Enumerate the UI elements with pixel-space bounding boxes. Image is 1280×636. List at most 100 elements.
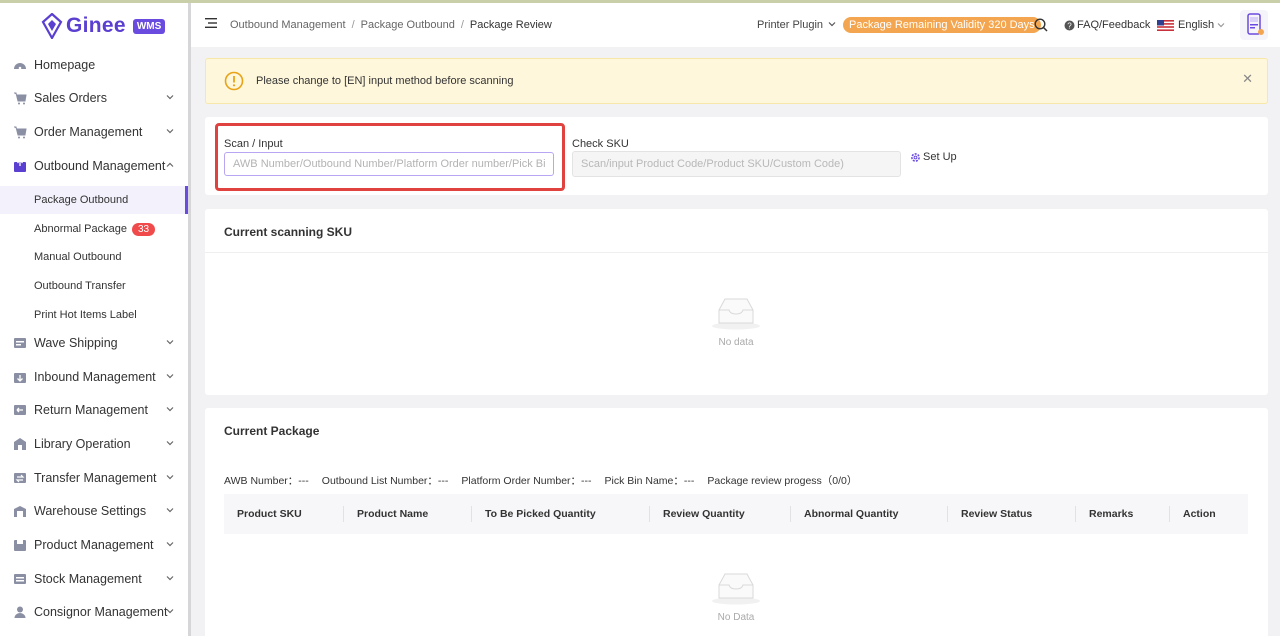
setup-button[interactable]: Set Up <box>910 151 957 163</box>
chevron-down-icon <box>166 508 174 513</box>
chevron-down-icon <box>1217 23 1225 28</box>
warehouse-icon <box>14 506 26 517</box>
sidebar-subitem-outbound-transfer[interactable]: Outbound Transfer <box>0 272 188 300</box>
column-header-review-status: Review Status <box>948 494 1076 534</box>
sidebar-item-library-operation[interactable]: Library Operation <box>0 429 188 459</box>
sidebar-subitem-abnormal-package[interactable]: Abnormal Package 33 <box>0 215 188 243</box>
empty-inbox-icon <box>712 298 760 330</box>
column-header-product-sku: Product SKU <box>224 494 344 534</box>
column-header-product-name: Product Name <box>344 494 472 534</box>
column-header-action: Action <box>1183 508 1216 520</box>
sidebar: Ginee WMS Homepage Sales Orders Order Ma… <box>0 3 188 636</box>
sidebar-item-stock-management[interactable]: Stock Management <box>0 564 188 594</box>
chevron-down-icon <box>166 95 174 100</box>
sidebar-item-homepage[interactable]: Homepage <box>0 50 188 80</box>
gear-icon <box>911 152 920 162</box>
column-header-review-quantity: Review Quantity <box>650 494 791 534</box>
column-header-remarks: Remarks <box>1076 494 1170 534</box>
sidebar-item-sales-orders[interactable]: Sales Orders <box>0 83 188 113</box>
brand-name: Ginee <box>66 14 126 37</box>
brand-logo[interactable]: Ginee WMS <box>41 12 166 40</box>
empty-inbox-icon <box>712 573 760 605</box>
inbound-icon <box>14 373 26 383</box>
chevron-up-icon <box>166 162 174 167</box>
input-method-alert: Please change to [EN] input method befor… <box>205 58 1268 104</box>
breadcrumb-outbound-management[interactable]: Outbound Management <box>230 19 346 31</box>
breadcrumb-package-review: Package Review <box>469 19 552 31</box>
sidebar-item-outbound-management[interactable]: Outbound Management <box>0 151 188 181</box>
sidebar-scrollbar[interactable] <box>188 3 191 636</box>
sidebar-subitem-print-hot-items-label[interactable]: Print Hot Items Label <box>0 301 188 329</box>
setup-label: Set Up <box>923 151 957 163</box>
current-scanning-sku-title: Current scanning SKU <box>224 225 353 239</box>
sidebar-item-transfer-management[interactable]: Transfer Management <box>0 463 188 493</box>
chevron-down-icon <box>166 609 174 614</box>
sidebar-item-label: Homepage <box>34 58 96 72</box>
pick-bin-name-info: Pick Bin Name：--- <box>604 475 695 487</box>
sidebar-item-consignor-management[interactable]: Consignor Management <box>0 597 188 627</box>
chevron-down-icon <box>166 475 174 480</box>
package-table-empty-state: No Data <box>696 571 776 623</box>
alert-message: Please change to [EN] input method befor… <box>256 75 514 87</box>
sidebar-item-return-management[interactable]: Return Management <box>0 395 188 425</box>
cart-icon <box>14 126 27 139</box>
sidebar-subitem-label: Package Outbound <box>34 194 129 206</box>
close-icon[interactable]: ✕ <box>1242 71 1253 87</box>
transfer-icon <box>14 473 26 483</box>
chevron-down-icon <box>166 407 174 412</box>
review-progress-info: Package review progess（0/0） <box>707 475 858 487</box>
sidebar-item-label: Stock Management <box>34 572 142 586</box>
us-flag-icon <box>1157 19 1174 31</box>
sidebar-item-label: Order Management <box>34 125 143 139</box>
platform-order-number-info: Platform Order Number：--- <box>461 475 592 487</box>
column-header-abnormal-quantity: Abnormal Quantity <box>791 494 948 534</box>
faq-label: FAQ/Feedback <box>1077 19 1151 31</box>
sidebar-item-label: Inbound Management <box>34 370 156 384</box>
stock-icon <box>14 574 26 584</box>
library-icon <box>14 438 26 450</box>
card-divider <box>205 252 1268 253</box>
sidebar-item-label: Return Management <box>34 403 148 417</box>
sidebar-item-label: Transfer Management <box>34 471 157 485</box>
scan-input-label: Scan / Input <box>224 138 283 150</box>
language-label: English <box>1178 19 1215 31</box>
sidebar-subitem-label: Outbound Transfer <box>34 280 126 292</box>
awb-number-info: AWB Number：--- <box>224 475 309 487</box>
sidebar-item-order-management[interactable]: Order Management <box>0 117 188 147</box>
chevron-down-icon <box>166 441 174 446</box>
help-circle-icon: ? <box>1064 20 1075 30</box>
search-icon[interactable] <box>1034 18 1048 32</box>
scan-input[interactable] <box>224 152 554 176</box>
chevron-down-icon <box>166 374 174 379</box>
sidebar-item-wave-shipping[interactable]: Wave Shipping <box>0 328 188 358</box>
check-sku-input[interactable] <box>572 151 901 177</box>
breadcrumb-package-outbound[interactable]: Package Outbound <box>361 19 455 31</box>
brand-badge: WMS <box>132 18 166 34</box>
sidebar-item-label: Library Operation <box>34 437 131 451</box>
package-table-header: Product SKU Product Name To Be Picked Qu… <box>224 494 1248 534</box>
printer-plugin-label: Printer Plugin <box>757 19 824 31</box>
sidebar-subitem-package-outbound[interactable]: Package Outbound <box>0 186 188 214</box>
sidebar-item-label: Sales Orders <box>34 91 107 105</box>
avatar-illustration-icon <box>1247 13 1264 35</box>
outbound-list-number-info: Outbound List Number：--- <box>321 475 449 487</box>
cart-icon <box>14 92 27 105</box>
chevron-down-icon <box>166 340 174 345</box>
column-header-to-be-picked-quantity: To Be Picked Quantity <box>472 494 650 534</box>
outbound-box-icon <box>14 159 26 172</box>
menu-toggle-icon[interactable] <box>205 17 217 29</box>
sidebar-item-inbound-management[interactable]: Inbound Management <box>0 362 188 392</box>
user-avatar[interactable] <box>1240 10 1268 40</box>
sidebar-item-warehouse-settings[interactable]: Warehouse Settings <box>0 496 188 526</box>
validity-badge: Package Remaining Validity 320 Days <box>843 17 1041 33</box>
current-package-title: Current Package <box>224 424 320 438</box>
sidebar-subitem-manual-outbound[interactable]: Manual Outbound <box>0 243 188 271</box>
sidebar-item-product-management[interactable]: Product Management <box>0 530 188 560</box>
sidebar-item-label: Wave Shipping <box>34 336 118 350</box>
printer-plugin-dropdown[interactable]: Printer Plugin <box>757 19 836 31</box>
chevron-down-icon <box>166 576 174 581</box>
sidebar-item-label: Warehouse Settings <box>34 504 147 518</box>
wave-icon <box>14 338 26 348</box>
faq-feedback-link[interactable]: ? FAQ/Feedback <box>1064 19 1150 31</box>
language-selector[interactable]: English <box>1157 19 1225 31</box>
